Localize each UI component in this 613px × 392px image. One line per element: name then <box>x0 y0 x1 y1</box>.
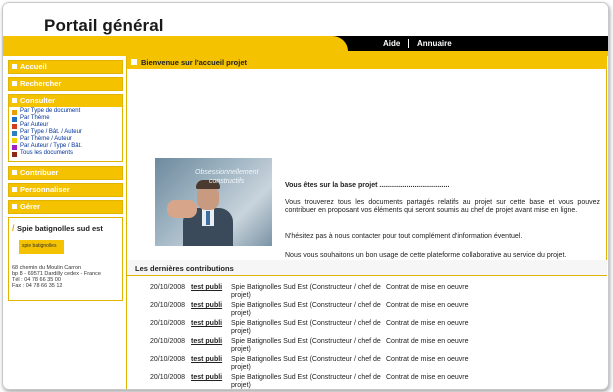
company-logo: spie batignolles <box>19 240 64 254</box>
contribution-author: Spie Batignolles Sud Est (Constructeur /… <box>231 302 381 317</box>
contribution-date: 20/10/2008 <box>150 356 186 363</box>
color-square-icon <box>12 124 17 129</box>
businessman-photo: Obsessionnellement constructifs <box>155 158 272 246</box>
welcome-title: Bienvenue sur l'accueil projet <box>141 58 247 67</box>
contribution-link[interactable]: test publi <box>191 338 222 345</box>
square-bullet-icon <box>12 204 17 209</box>
contribution-row: 20/10/2008 test publi Spie Batignolles Sud… <box>127 320 607 338</box>
square-bullet-icon <box>12 98 17 103</box>
contribution-row: 20/10/2008 test publi Spie Batignolles Sud… <box>127 302 607 320</box>
welcome-heading: Vous êtes sur la base projet ...........… <box>285 182 450 189</box>
contribution-type: Contrat de mise en oeuvre <box>386 374 469 381</box>
page-title: Portail général <box>44 16 164 35</box>
contribution-row: 20/10/2008 test publi Spie Batignolles Sud… <box>127 338 607 356</box>
color-square-icon <box>12 138 17 143</box>
consulter-subitem-label: Par Thème / Auteur <box>20 136 72 142</box>
consulter-subitem-label: Par Auteur / Type / Bât. <box>20 143 82 149</box>
sidebar: Accueil Rechercher Consulter Par Type de… <box>8 60 123 301</box>
company-logo-text: spie batignolles <box>22 243 57 249</box>
contribution-date: 20/10/2008 <box>150 374 186 381</box>
contribution-link[interactable]: test publi <box>191 302 222 309</box>
sidebar-item-label: Contribuer <box>20 168 59 177</box>
divider <box>408 39 409 48</box>
slash-icon: / <box>12 223 15 233</box>
contribution-link[interactable]: test publi <box>191 320 222 327</box>
contribution-author: Spie Batignolles Sud Est (Constructeur /… <box>231 338 381 353</box>
contribution-type: Contrat de mise en oeuvre <box>386 338 469 345</box>
contribution-link[interactable]: test publi <box>191 284 222 291</box>
welcome-paragraph: Vous trouverez tous les documents partag… <box>285 199 600 215</box>
sidebar-item-label: Gérer <box>20 202 41 211</box>
contribution-link[interactable]: test publi <box>191 356 222 363</box>
top-bar-accent <box>3 36 348 51</box>
sidebar-item-contribuer[interactable]: Contribuer <box>8 166 123 180</box>
square-bullet-icon <box>12 81 17 86</box>
consulter-subitem-label: Par Thème <box>20 115 50 121</box>
sidebar-item-personnaliser[interactable]: Personnaliser <box>8 183 123 197</box>
contribution-date: 20/10/2008 <box>150 320 186 327</box>
square-bullet-icon <box>12 187 17 192</box>
sidebar-item-consulter[interactable]: Consulter <box>9 95 122 107</box>
company-name: Spie batignolles sud est <box>17 224 103 233</box>
square-bullet-icon <box>131 59 137 65</box>
photo-slogan: Obsessionnellement constructifs <box>195 169 259 185</box>
portal-window: Portail général Aide Annuaire Accueil Re… <box>2 2 609 390</box>
directory-link[interactable]: Annuaire <box>417 39 452 48</box>
company-card: / Spie batignolles sud est spie batignol… <box>8 217 123 301</box>
square-bullet-icon <box>12 170 17 175</box>
contribution-date: 20/10/2008 <box>150 338 186 345</box>
contribution-author: Spie Batignolles Sud Est (Constructeur /… <box>231 356 381 371</box>
contribution-author: Spie Batignolles Sud Est (Constructeur /… <box>231 284 381 299</box>
consulter-subitem-label: Par Type / Bât. / Auteur <box>20 129 82 135</box>
help-link[interactable]: Aide <box>383 39 400 48</box>
contribution-date: 20/10/2008 <box>150 284 186 291</box>
contribution-row: 20/10/2008 test publi Spie Batignolles Sud… <box>127 374 607 389</box>
contribution-row: 20/10/2008 test publi Spie Batignolles Sud… <box>127 284 607 302</box>
consulter-subitem-label: Par Type de document <box>20 108 81 114</box>
main-panel: Bienvenue sur l'accueil projet Obsession… <box>126 56 607 389</box>
sidebar-item-rechercher[interactable]: Rechercher <box>8 77 123 91</box>
header: Portail général Aide Annuaire <box>3 3 608 51</box>
sidebar-item-label: Accueil <box>20 62 47 71</box>
sidebar-item-gerer[interactable]: Gérer <box>8 200 123 214</box>
contribution-type: Contrat de mise en oeuvre <box>386 284 469 291</box>
square-bullet-icon <box>12 64 17 69</box>
color-square-icon <box>12 117 17 122</box>
consulter-subitem[interactable]: Tous les documents <box>12 150 120 158</box>
contributions-title: Les dernières contributions <box>135 264 234 273</box>
welcome-paragraph: N'hésitez pas à nous contacter pour tout… <box>285 233 523 240</box>
sidebar-item-label: Consulter <box>20 96 56 105</box>
sidebar-section-consulter: Consulter Par Type de document Par Thème P… <box>8 94 123 162</box>
contribution-type: Contrat de mise en oeuvre <box>386 302 469 309</box>
color-square-icon <box>12 110 17 115</box>
color-square-icon <box>12 145 17 150</box>
sidebar-item-label: Rechercher <box>20 79 62 88</box>
sidebar-item-accueil[interactable]: Accueil <box>8 60 123 74</box>
contributions-header: Les dernières contributions <box>127 260 607 276</box>
consulter-subitem-label: Tous les documents <box>20 150 74 156</box>
contribution-type: Contrat de mise en oeuvre <box>386 356 469 363</box>
contribution-date: 20/10/2008 <box>150 302 186 309</box>
contribution-link[interactable]: test publi <box>191 374 222 381</box>
fax-line: Fax : 04 78 66 35 12 <box>12 283 63 289</box>
contribution-author: Spie Batignolles Sud Est (Constructeur /… <box>231 374 381 389</box>
sidebar-item-label: Personnaliser <box>20 185 70 194</box>
color-square-icon <box>12 152 17 157</box>
consulter-submenu: Par Type de document Par Thème Par Auteur P… <box>9 107 122 161</box>
contribution-row: 20/10/2008 test publi Spie Batignolles Sud… <box>127 356 607 374</box>
contribution-author: Spie Batignolles Sud Est (Constructeur /… <box>231 320 381 335</box>
consulter-subitem-label: Par Auteur <box>20 122 49 128</box>
color-square-icon <box>12 131 17 136</box>
contribution-type: Contrat de mise en oeuvre <box>386 320 469 327</box>
welcome-header: Bienvenue sur l'accueil projet <box>127 56 607 69</box>
